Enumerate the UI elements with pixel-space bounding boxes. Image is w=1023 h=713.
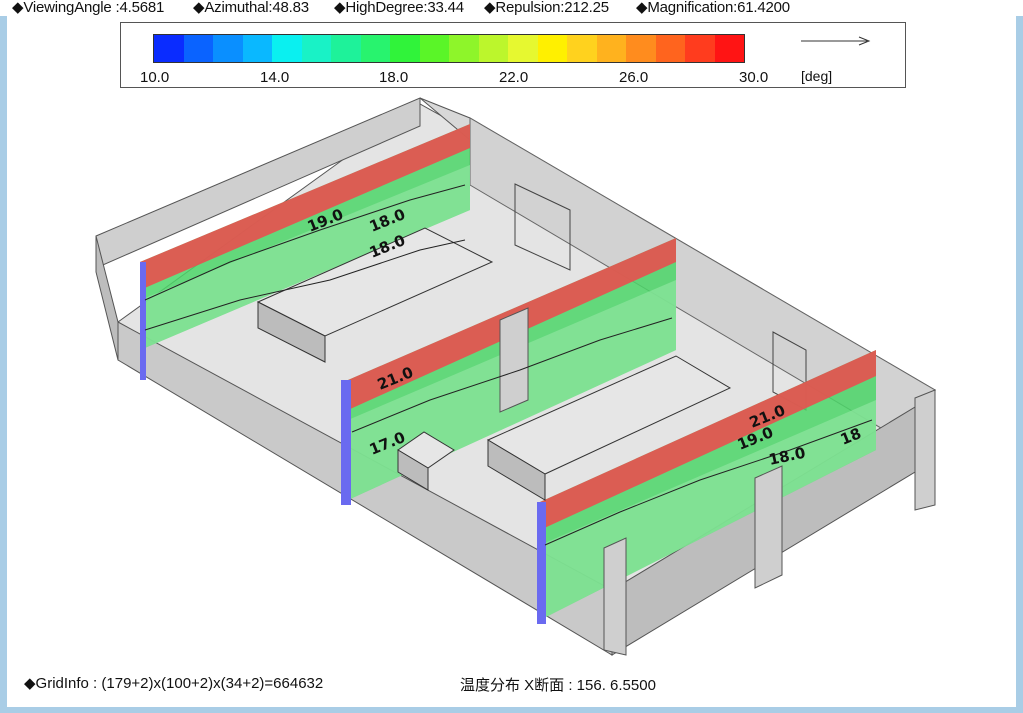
color-swatch xyxy=(537,35,567,62)
color-swatch xyxy=(596,35,626,62)
color-swatch xyxy=(449,35,479,62)
color-scale-bar xyxy=(153,34,745,63)
section-info: 温度分布 X断面 : 156. 6.5500 xyxy=(458,674,658,695)
color-swatch xyxy=(478,35,508,62)
color-swatch xyxy=(685,35,715,62)
color-swatch xyxy=(301,35,331,62)
legend-tick: 18.0 xyxy=(379,69,409,86)
color-swatch xyxy=(419,35,449,62)
legend-tick: 14.0 xyxy=(260,69,290,86)
partition-column xyxy=(754,465,783,589)
legend-tick: 22.0 xyxy=(499,69,529,86)
legend-tick: 10.0 xyxy=(140,69,170,86)
color-swatch xyxy=(183,35,213,62)
color-swatch xyxy=(272,35,302,62)
color-swatch xyxy=(213,35,243,62)
color-swatch xyxy=(390,35,420,62)
color-swatch xyxy=(242,35,272,62)
parameter-bar: ◆ViewingAngle :4.5681 ◆Azimuthal:48.83 ◆… xyxy=(0,0,1023,16)
color-swatch xyxy=(360,35,390,62)
legend-tick: 26.0 xyxy=(619,69,649,86)
legend-unit: [deg] xyxy=(801,68,833,84)
high-degree-readout: ◆HighDegree:33.44 xyxy=(334,0,464,16)
legend-tick: 30.0 xyxy=(739,69,769,86)
partition-column xyxy=(499,307,529,413)
color-swatch xyxy=(331,35,361,62)
color-swatch xyxy=(714,35,744,62)
direction-arrow-icon xyxy=(801,36,871,46)
magnification-readout: ◆Magnification:61.4200 xyxy=(636,0,790,16)
color-swatch xyxy=(567,35,597,62)
color-swatch xyxy=(655,35,685,62)
plane-edge xyxy=(341,380,351,505)
repulsion-readout: ◆Repulsion:212.25 xyxy=(484,0,609,16)
plane-edge xyxy=(140,262,146,380)
viewing-angle-readout: ◆ViewingAngle :4.5681 xyxy=(12,0,165,16)
color-swatch xyxy=(154,35,184,62)
office-3d-view[interactable]: 19.0 18.0 18.0 21.0 17.0 21.0 19.0 18.0 … xyxy=(0,0,1023,713)
color-swatch xyxy=(508,35,538,62)
plane-edge xyxy=(537,502,546,624)
partition-column xyxy=(603,537,627,656)
grid-info: ◆GridInfo : (179+2)x(100+2)x(34+2)=66463… xyxy=(22,674,326,692)
color-swatch xyxy=(626,35,656,62)
color-legend: 10.0 14.0 18.0 22.0 26.0 30.0 [deg] xyxy=(120,22,906,88)
azimuthal-readout: ◆Azimuthal:48.83 xyxy=(193,0,309,16)
partition-column xyxy=(914,389,936,511)
